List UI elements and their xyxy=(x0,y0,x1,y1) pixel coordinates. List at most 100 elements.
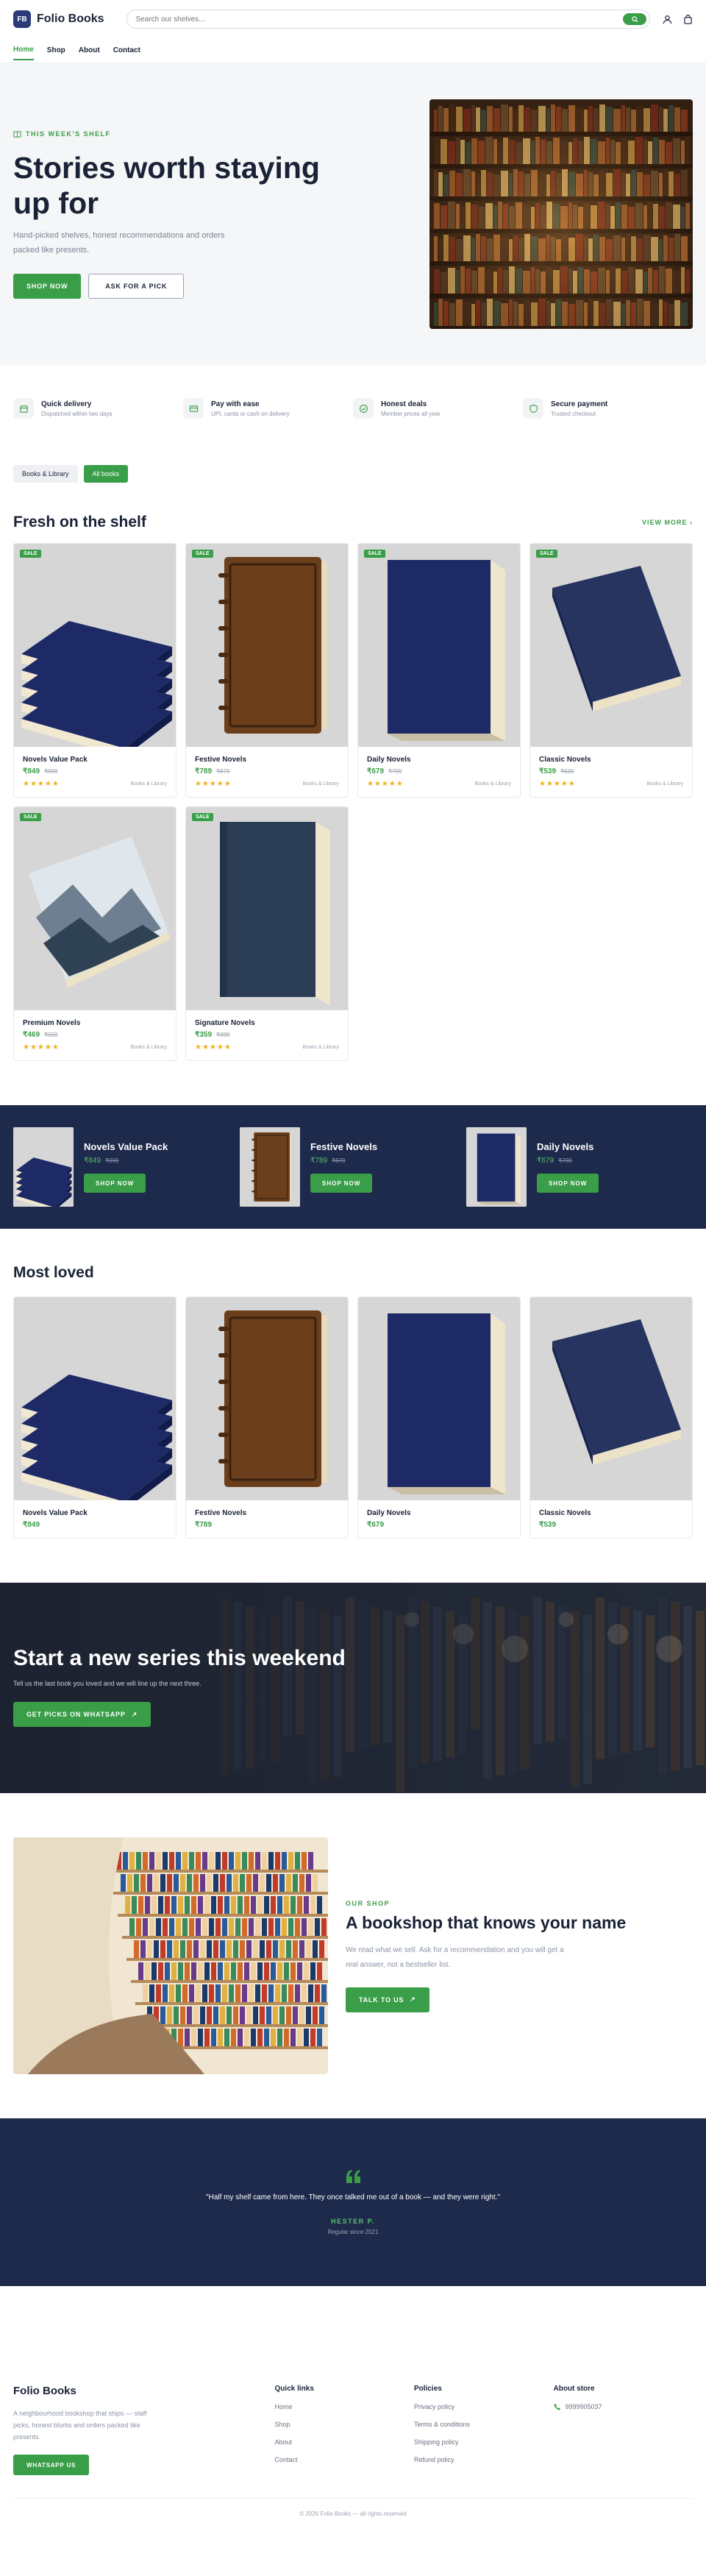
copyright: © 2026 Folio Books — all rights reserved xyxy=(13,2498,693,2529)
sale-badge: SALE xyxy=(364,550,385,558)
store-phone[interactable]: 9999905037 xyxy=(566,2403,602,2410)
feature-subtitle: UPI, cards or cash on delivery xyxy=(211,410,290,417)
product-card[interactable]: Festive Novels ₹789 xyxy=(185,1296,349,1539)
product-image[interactable]: SALE xyxy=(358,544,520,747)
promo-old-price: ₹879 xyxy=(332,1157,346,1164)
nav-about[interactable]: About xyxy=(79,41,100,60)
talk-to-us-button[interactable]: TALK TO US ↗ xyxy=(346,1987,429,2012)
site-header: FB Folio Books Home Shop About Contact xyxy=(0,0,706,63)
feature-subtitle: Trusted checkout xyxy=(551,410,596,417)
promo-item: Festive Novels ₹789 ₹879 SHOP NOW xyxy=(240,1127,466,1207)
search-button[interactable] xyxy=(623,13,646,25)
feature-subtitle: Dispatched within two days xyxy=(41,410,113,417)
product-image[interactable]: SALE xyxy=(186,544,348,747)
product-category: Books & Library xyxy=(302,781,339,787)
quick-links-title: Quick links xyxy=(274,2385,314,2393)
promo-thumbnail[interactable] xyxy=(240,1127,300,1207)
product-card[interactable]: SALE Premium Novels ₹469 ₹559 ★★★★★ Books … xyxy=(13,806,176,1061)
product-name[interactable]: Classic Novels xyxy=(539,1509,683,1517)
footer-link-shipping[interactable]: Shipping policy xyxy=(414,2438,553,2446)
footer-link-terms[interactable]: Terms & conditions xyxy=(414,2421,553,2428)
product-image[interactable]: SALE xyxy=(14,807,176,1010)
footer-link-shop[interactable]: Shop xyxy=(275,2421,414,2428)
whatsapp-picks-label: GET PICKS ON WHATSAPP xyxy=(26,1711,126,1718)
promo-title: Daily Novels xyxy=(537,1141,594,1152)
book-cover-image xyxy=(186,807,348,1010)
book-cover-image xyxy=(13,1127,74,1207)
product-name[interactable]: Premium Novels xyxy=(23,1019,167,1027)
product-image[interactable] xyxy=(530,1297,692,1500)
footer-link-privacy[interactable]: Privacy policy xyxy=(414,2403,553,2410)
product-card[interactable]: SALE Daily Novels ₹679 ₹799 ★★★★★ Books & … xyxy=(357,543,521,798)
fresh-title: Fresh on the shelf xyxy=(13,514,146,531)
whatsapp-picks-button[interactable]: GET PICKS ON WHATSAPP ↗ xyxy=(13,1702,151,1727)
chip-books-library[interactable]: Books & Library xyxy=(13,465,78,483)
promo-thumbnail[interactable] xyxy=(13,1127,74,1207)
product-card[interactable]: Classic Novels ₹539 xyxy=(530,1296,693,1539)
footer-link-about[interactable]: About xyxy=(275,2438,414,2446)
product-image[interactable]: SALE xyxy=(186,807,348,1010)
whatsapp-us-button[interactable]: WHATSAPP US xyxy=(13,2455,90,2475)
rating-stars: ★★★★★ xyxy=(367,780,404,788)
arrow-up-right-icon: ↗ xyxy=(410,1995,416,2003)
box-icon xyxy=(13,398,34,419)
book-cover-image xyxy=(186,1297,348,1500)
nav-home[interactable]: Home xyxy=(13,40,34,60)
card-icon xyxy=(183,398,204,419)
product-name[interactable]: Novels Value Pack xyxy=(23,756,167,764)
chip-all-books[interactable]: All books xyxy=(83,465,129,483)
shop-now-button[interactable]: SHOP NOW xyxy=(13,273,82,299)
promo-price: ₹789 xyxy=(310,1157,328,1165)
product-name[interactable]: Festive Novels xyxy=(195,756,339,764)
promo-price: ₹679 xyxy=(537,1157,555,1165)
product-name[interactable]: Novels Value Pack xyxy=(23,1509,167,1517)
product-name[interactable]: Daily Novels xyxy=(367,1509,511,1517)
product-old-price: ₹399 xyxy=(216,1032,230,1038)
product-image[interactable]: SALE xyxy=(530,544,692,747)
product-image[interactable] xyxy=(358,1297,520,1500)
category-chips: Books & Library All books xyxy=(0,465,706,483)
product-name[interactable]: Festive Novels xyxy=(195,1509,339,1517)
hero-section: THIS WEEK'S SHELF Stories worth staying … xyxy=(0,63,706,365)
footer-link-contact[interactable]: Contact xyxy=(275,2456,414,2463)
promo-price: ₹849 xyxy=(84,1157,101,1165)
product-card[interactable]: SALE Classic Novels ₹539 ₹639 ★★★★★ Books … xyxy=(530,543,693,798)
book-cover-image xyxy=(358,1297,520,1500)
hero-eyebrow: THIS WEEK'S SHELF xyxy=(13,130,381,138)
ask-for-pick-button[interactable]: ASK FOR A PICK xyxy=(88,273,185,299)
promo-old-price: ₹799 xyxy=(558,1157,572,1164)
user-icon[interactable] xyxy=(662,14,672,24)
product-name[interactable]: Daily Novels xyxy=(367,756,511,764)
footer-link-refund[interactable]: Refund policy xyxy=(414,2456,553,2463)
promo-thumbnail[interactable] xyxy=(466,1127,527,1207)
product-name[interactable]: Classic Novels xyxy=(539,756,683,764)
features-strip: Quick delivery Dispatched within two days… xyxy=(0,365,706,452)
search-input[interactable] xyxy=(135,15,623,24)
product-image[interactable] xyxy=(186,1297,348,1500)
product-category: Books & Library xyxy=(130,1045,167,1050)
view-more-link[interactable]: VIEW MORE › xyxy=(642,519,693,526)
nav-contact[interactable]: Contact xyxy=(113,41,140,60)
bag-icon[interactable] xyxy=(682,14,693,24)
sale-badge: SALE xyxy=(20,550,41,558)
promo-shop-now-button[interactable]: SHOP NOW xyxy=(310,1174,373,1193)
promo-shop-now-button[interactable]: SHOP NOW xyxy=(84,1174,146,1193)
promo-old-price: ₹999 xyxy=(105,1157,119,1164)
product-image[interactable]: SALE xyxy=(14,544,176,757)
about-store-title: About store xyxy=(553,2385,595,2393)
product-card[interactable]: Novels Value Pack ₹849 xyxy=(13,1296,176,1539)
product-image[interactable] xyxy=(14,1297,176,1511)
product-card[interactable]: SALE Signature Novels ₹359 ₹399 ★★★★★ Book… xyxy=(185,806,349,1061)
promo-shop-now-button[interactable]: SHOP NOW xyxy=(537,1174,599,1193)
product-name[interactable]: Signature Novels xyxy=(195,1019,339,1027)
footer-link-home[interactable]: Home xyxy=(275,2403,414,2410)
product-old-price: ₹799 xyxy=(388,768,402,775)
nav-shop[interactable]: Shop xyxy=(47,41,65,60)
book-cover-image xyxy=(14,807,176,1010)
product-card[interactable]: SALE Festive Novels ₹789 ₹879 ★★★★★ Books … xyxy=(185,543,349,798)
logo[interactable]: FB Folio Books xyxy=(13,10,104,28)
product-card[interactable]: SALE Novels Value Pack ₹849 ₹999 ★★★★★ Boo… xyxy=(13,543,176,798)
about-section: OUR SHOP A bookshop that knows your name… xyxy=(0,1837,706,2074)
product-old-price: ₹999 xyxy=(44,768,58,775)
product-card[interactable]: Daily Novels ₹679 xyxy=(357,1296,521,1539)
